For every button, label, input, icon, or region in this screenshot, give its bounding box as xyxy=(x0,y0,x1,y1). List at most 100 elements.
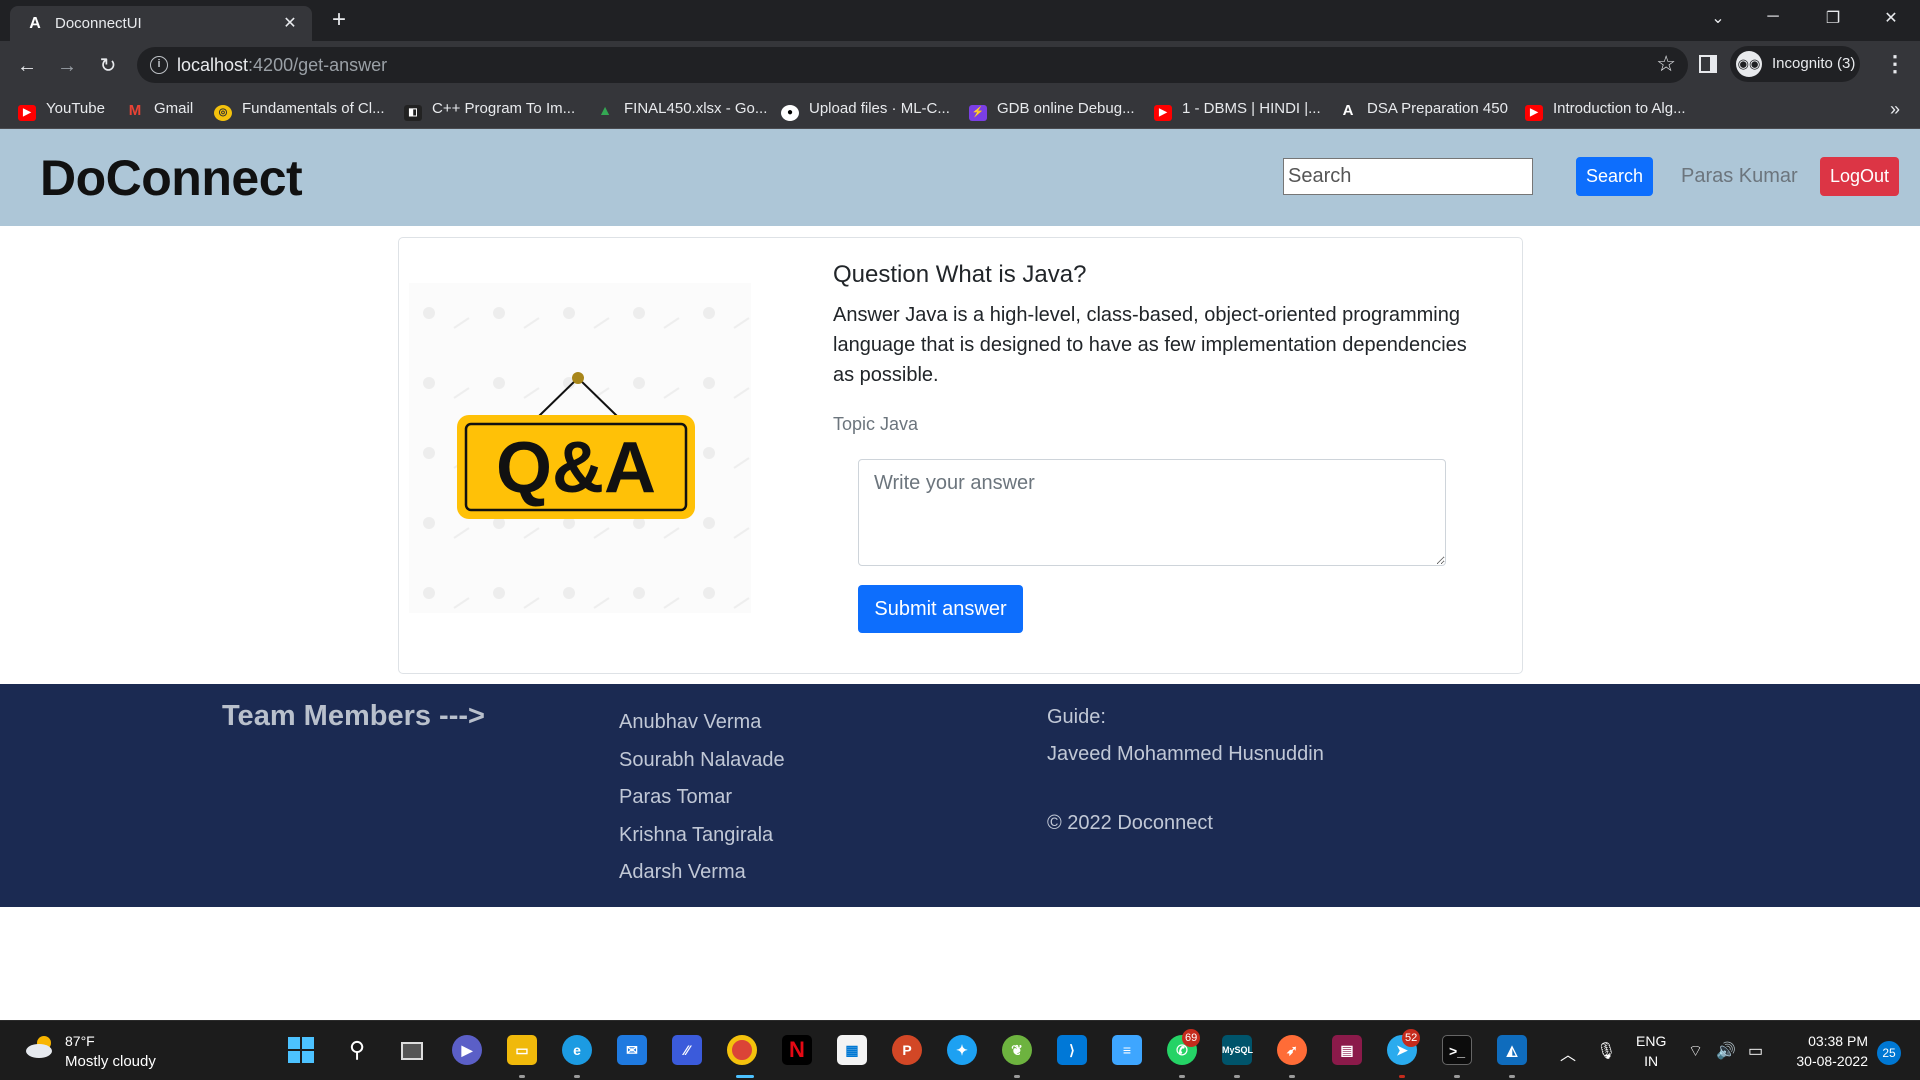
answer-textarea[interactable] xyxy=(858,459,1446,566)
twitter-icon[interactable]: ✦ xyxy=(947,1035,977,1065)
telegram-badge: 52 xyxy=(1402,1029,1421,1047)
back-button[interactable]: ← xyxy=(14,54,40,78)
bookmark-item[interactable]: ▶ Introduction to Alg... xyxy=(1525,100,1686,121)
powerpoint-icon[interactable]: P xyxy=(892,1035,922,1065)
bookmark-item[interactable]: M Gmail xyxy=(126,100,193,120)
postman-icon[interactable]: ➶ xyxy=(1277,1035,1307,1065)
whatsapp-badge: 69 xyxy=(1182,1029,1201,1047)
close-tab-icon[interactable]: ✕ xyxy=(280,13,300,33)
app-icon[interactable]: ⁄⁄ xyxy=(672,1035,702,1065)
bookmark-item[interactable]: ● Upload files · ML-C... xyxy=(781,100,950,121)
side-panel-icon[interactable] xyxy=(1699,55,1717,73)
gfg-icon: ◧ xyxy=(404,105,422,121)
brand-logo[interactable]: DoConnect xyxy=(40,149,303,207)
angular-icon: A xyxy=(1342,102,1354,119)
weather-description[interactable]: Mostly cloudy xyxy=(65,1053,156,1070)
team-members-list: Anubhav Verma Sourabh Nalavade Paras Tom… xyxy=(619,704,785,892)
browser-menu-icon[interactable]: ⋮ xyxy=(1884,51,1906,77)
tab-title: DoconnectUI xyxy=(55,15,142,32)
gmail-icon: M xyxy=(128,102,142,119)
microphone-icon[interactable]: 🎙 xyxy=(1596,1041,1616,1061)
bookmarks-bar: ▶ YouTube M Gmail ◎ Fundamentals of Cl... ◧… xyxy=(0,91,1920,129)
microsoft-store-icon[interactable]: ▦ xyxy=(837,1035,867,1065)
reload-button[interactable]: ↻ xyxy=(95,54,121,78)
edge-icon[interactable]: e xyxy=(562,1035,592,1065)
question-card: Q&A Question What is Java? Answer Java i… xyxy=(398,237,1523,674)
incognito-profile-button[interactable]: ◉◉ Incognito (3) xyxy=(1730,46,1860,82)
active-indicator xyxy=(736,1075,754,1078)
windows-taskbar: 87°F Mostly cloudy ⚲ ▶ ▭ e ✉ ⁄⁄ N ▦ P ✦ … xyxy=(0,1020,1920,1080)
angular-icon: A xyxy=(29,15,41,32)
running-indicator xyxy=(1509,1075,1515,1078)
bookmark-item[interactable]: A DSA Preparation 450 xyxy=(1339,100,1508,120)
submit-answer-button[interactable]: Submit answer xyxy=(858,585,1023,633)
volume-icon[interactable]: 🔊 xyxy=(1716,1041,1736,1061)
more-bookmarks-icon[interactable]: » xyxy=(1890,99,1900,120)
photos-icon[interactable]: ◭ xyxy=(1497,1035,1527,1065)
search-input[interactable] xyxy=(1283,158,1533,195)
search-button[interactable]: Search xyxy=(1576,157,1653,196)
running-indicator xyxy=(1289,1075,1295,1078)
footer: Team Members ---> Anubhav Verma Sourabh … xyxy=(0,684,1920,907)
copyright-text: © 2022 Doconnect xyxy=(1047,812,1213,834)
wifi-icon[interactable]: ⌔ xyxy=(1688,1041,1703,1061)
language-indicator[interactable]: ENG IN xyxy=(1636,1031,1666,1071)
cloud-sun-icon[interactable] xyxy=(24,1034,58,1060)
user-name[interactable]: Paras Kumar xyxy=(1681,165,1798,188)
topic-label: Topic Java xyxy=(833,414,919,434)
profile-label: Incognito (3) xyxy=(1772,55,1856,72)
system-clock[interactable]: 03:38 PM 30-08-2022 xyxy=(1786,1031,1868,1071)
url-text: localhost:4200/get-answer xyxy=(177,55,388,75)
site-info-icon[interactable]: i xyxy=(150,56,168,74)
app-header: DoConnect Search Paras Kumar LogOut xyxy=(0,129,1920,226)
task-view-icon[interactable] xyxy=(397,1035,427,1065)
bookmark-item[interactable]: ▲ FINAL450.xlsx - Go... xyxy=(596,100,767,120)
qa-sign-text: Q&A xyxy=(496,428,656,508)
terminal-icon[interactable]: >_ xyxy=(1442,1035,1472,1065)
mail-icon[interactable]: ✉ xyxy=(617,1035,647,1065)
weather-temperature[interactable]: 87°F xyxy=(65,1033,95,1049)
bookmark-item[interactable]: ▶ 1 - DBMS | HINDI |... xyxy=(1154,100,1321,121)
vscode-icon[interactable]: ⟩ xyxy=(1057,1035,1087,1065)
forward-button[interactable]: → xyxy=(54,54,80,78)
bookmark-item[interactable]: ⚡ GDB online Debug... xyxy=(969,100,1135,121)
drive-icon: ▲ xyxy=(598,102,612,118)
browser-toolbar: ← → ↻ i localhost:4200/get-answer ☆ ◉◉ I… xyxy=(0,41,1920,91)
spring-icon[interactable]: ❦ xyxy=(1002,1035,1032,1065)
incognito-icon: ◉◉ xyxy=(1736,51,1762,77)
new-tab-button[interactable]: + xyxy=(325,8,353,32)
team-member: Paras Tomar xyxy=(619,786,733,808)
running-indicator xyxy=(1234,1075,1240,1078)
windows-start-icon[interactable] xyxy=(286,1035,316,1065)
tab-search-icon[interactable]: ⌄ xyxy=(1703,8,1733,28)
running-indicator xyxy=(1179,1075,1185,1078)
running-indicator xyxy=(1399,1075,1405,1078)
restore-button[interactable]: ❐ xyxy=(1818,8,1848,28)
browser-tabstrip: A DoconnectUI ✕ + ⌄ ─ ❐ ✕ xyxy=(0,0,1920,41)
bookmark-star-icon[interactable]: ☆ xyxy=(1656,51,1676,77)
notepad-icon[interactable]: ≡ xyxy=(1112,1035,1142,1065)
winrar-icon[interactable]: ▤ xyxy=(1332,1035,1362,1065)
address-bar[interactable]: i localhost:4200/get-answer ☆ xyxy=(137,47,1688,83)
mysql-icon[interactable]: MySQL xyxy=(1222,1035,1253,1065)
logout-button[interactable]: LogOut xyxy=(1820,157,1899,196)
notification-badge[interactable]: 25 xyxy=(1877,1041,1901,1065)
running-indicator xyxy=(574,1075,580,1078)
minimize-button[interactable]: ─ xyxy=(1758,8,1788,26)
chrome-icon[interactable] xyxy=(727,1035,757,1065)
close-window-button[interactable]: ✕ xyxy=(1876,8,1906,28)
team-member: Krishna Tangirala xyxy=(619,823,774,846)
search-icon[interactable]: ⚲ xyxy=(342,1035,372,1065)
chevron-up-icon[interactable]: ︿ xyxy=(1560,1041,1576,1065)
course-icon: ◎ xyxy=(214,105,232,121)
bookmark-item[interactable]: ◧ C++ Program To Im... xyxy=(404,100,575,121)
bookmark-item[interactable]: ▶ YouTube xyxy=(18,100,105,121)
teams-chat-icon[interactable]: ▶ xyxy=(452,1035,482,1065)
netflix-icon[interactable]: N xyxy=(782,1035,812,1065)
qa-sign-image: Q&A xyxy=(409,283,751,613)
bookmark-item[interactable]: ◎ Fundamentals of Cl... xyxy=(214,100,385,121)
file-explorer-icon[interactable]: ▭ xyxy=(507,1035,537,1065)
running-indicator xyxy=(519,1075,525,1078)
battery-icon[interactable]: ▭ xyxy=(1748,1041,1763,1061)
browser-tab[interactable]: A DoconnectUI ✕ xyxy=(10,6,312,41)
